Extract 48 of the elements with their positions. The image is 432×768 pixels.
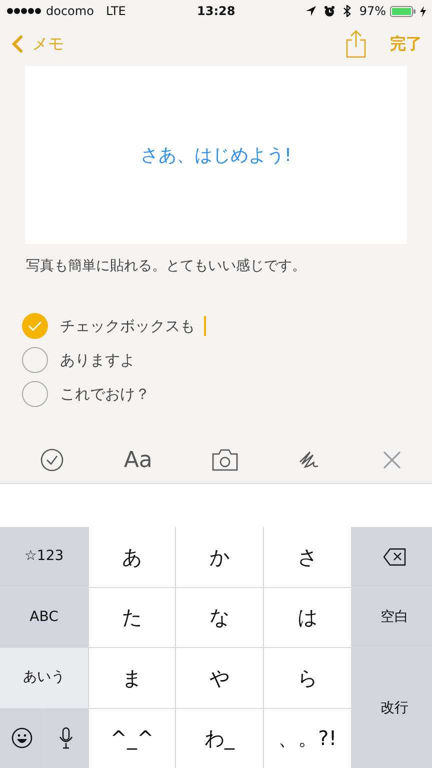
checklist-checkbox[interactable] bbox=[22, 313, 48, 339]
checklist-checkbox[interactable] bbox=[22, 381, 48, 407]
chevron-icon bbox=[12, 34, 24, 54]
network-type: LTE bbox=[106, 3, 126, 20]
close-icon[interactable] bbox=[382, 450, 402, 470]
checkmark-icon bbox=[28, 321, 42, 331]
mode-key[interactable]: ABC bbox=[0, 588, 88, 647]
checklist-icon[interactable] bbox=[40, 448, 64, 472]
checklist-text: チェックボックスも bbox=[60, 316, 195, 337]
alarm-icon bbox=[324, 6, 336, 16]
image-text: さあ、はじめよう! bbox=[140, 144, 292, 168]
share-icon[interactable] bbox=[346, 30, 366, 58]
format-button[interactable]: Aa bbox=[124, 444, 152, 476]
checklist-checkbox[interactable] bbox=[22, 347, 48, 373]
battery-percent: 97% bbox=[359, 3, 386, 20]
microphone-icon bbox=[59, 727, 73, 750]
delete-key[interactable] bbox=[352, 527, 432, 586]
carrier-name: docomo bbox=[46, 3, 94, 20]
keyboard-key[interactable]: あ bbox=[89, 527, 175, 586]
clock-time: 13:28 bbox=[196, 3, 236, 20]
smiley-icon bbox=[10, 727, 32, 750]
checklist-text: ありますよ bbox=[60, 350, 135, 371]
return-key[interactable]: 改行 bbox=[352, 648, 432, 768]
mode-key[interactable]: ☆123 bbox=[0, 527, 88, 586]
signal-icon bbox=[6, 7, 42, 15]
camera-icon[interactable] bbox=[212, 449, 238, 471]
keyboard-key[interactable]: 、。?! bbox=[264, 708, 351, 768]
keyboard-key[interactable]: ら bbox=[264, 648, 351, 708]
keyboard-key[interactable]: ま bbox=[89, 648, 175, 708]
location-icon bbox=[306, 6, 316, 16]
delete-icon bbox=[382, 548, 406, 566]
keyboard-key[interactable]: や bbox=[176, 648, 263, 708]
note-paragraph: 写真も簡単に貼れる。とてもいい感じです。 bbox=[26, 257, 307, 276]
keyboard-key[interactable]: ^_^ bbox=[89, 708, 175, 768]
keyboard-key[interactable]: か bbox=[176, 527, 263, 586]
microphone-key[interactable] bbox=[44, 708, 88, 768]
checklist-text: これでおけ？ bbox=[60, 384, 150, 405]
charging-icon bbox=[420, 6, 426, 16]
keyboard-key[interactable]: た bbox=[89, 588, 175, 647]
keyboard-key[interactable]: な bbox=[176, 588, 263, 647]
keyboard-key[interactable]: わ_ bbox=[176, 708, 263, 768]
keyboard-key[interactable]: さ bbox=[264, 527, 351, 586]
mode-key[interactable]: あいう bbox=[0, 648, 88, 708]
battery-icon bbox=[390, 6, 416, 16]
space-key[interactable]: 空白 bbox=[352, 588, 432, 647]
keyboard-key[interactable]: は bbox=[264, 588, 351, 647]
emoji-key[interactable] bbox=[0, 708, 43, 768]
bluetooth-icon bbox=[343, 5, 352, 17]
